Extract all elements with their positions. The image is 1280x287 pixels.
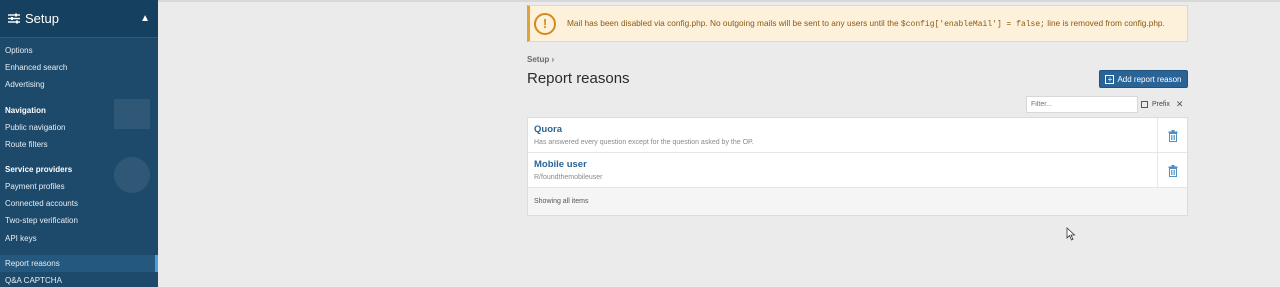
sidebar-header[interactable]: Setup ▲ <box>0 0 158 38</box>
top-divider <box>158 0 1280 2</box>
sidebar-item-two-step-verification[interactable]: Two-step verification <box>0 212 158 229</box>
add-report-reason-button[interactable]: + Add report reason <box>1099 70 1188 88</box>
delete-button[interactable] <box>1157 118 1187 153</box>
trash-icon[interactable] <box>1168 164 1178 177</box>
list-item-description: R/foundthemobileuser <box>534 174 603 181</box>
page-title: Report reasons <box>527 70 630 87</box>
prefix-checkbox[interactable]: Prefix <box>1141 101 1170 108</box>
sidebar-item-options[interactable]: Options <box>0 42 158 59</box>
list-item-link[interactable]: Quora Has answered every question except… <box>528 118 1159 153</box>
delete-button[interactable] <box>1157 153 1187 188</box>
sidebar-item-api-keys[interactable]: API keys <box>0 230 158 247</box>
sidebar: Setup ▲ Options Enhanced search Advertis… <box>0 0 158 287</box>
sidebar-item-report-reasons[interactable]: Report reasons <box>0 254 158 272</box>
list-footer: Showing all items <box>528 188 1187 215</box>
list-item-title[interactable]: Mobile user <box>534 159 1153 170</box>
sliders-icon <box>8 13 20 24</box>
warning-icon: ! <box>534 12 556 35</box>
sidebar-item-advertising[interactable]: Advertising <box>0 76 158 93</box>
list-item: Quora Has answered every question except… <box>528 118 1187 153</box>
plus-square-icon: + <box>1105 74 1115 84</box>
checkbox-icon[interactable] <box>1141 101 1148 108</box>
list-item-title[interactable]: Quora <box>534 124 1153 135</box>
list-item: Mobile user R/foundthemobileuser <box>528 153 1187 188</box>
filter-input[interactable] <box>1026 96 1138 113</box>
list-item-link[interactable]: Mobile user R/foundthemobileuser <box>528 153 1159 188</box>
chevron-up-icon[interactable]: ▲ <box>140 13 150 24</box>
alert-code: $config['enableMail'] = false; <box>900 19 1045 29</box>
breadcrumb[interactable]: Setup › <box>527 55 554 64</box>
sidebar-item-enhanced-search[interactable]: Enhanced search <box>0 59 158 76</box>
report-reasons-list: Quora Has answered every question except… <box>527 117 1188 216</box>
list-item-description: Has answered every question except for t… <box>534 139 754 146</box>
mouse-cursor-icon <box>1066 227 1076 241</box>
clear-filter-icon[interactable]: ✕ <box>1176 99 1184 110</box>
alert-message: Mail has been disabled via config.php. N… <box>567 17 1165 29</box>
sidebar-item-qa-captcha[interactable]: Q&A CAPTCHA <box>0 272 158 287</box>
watermark-icon <box>114 99 150 193</box>
trash-icon[interactable] <box>1168 129 1178 142</box>
filter-bar: Prefix ✕ <box>1026 96 1188 113</box>
mail-disabled-alert: ! Mail has been disabled via config.php.… <box>527 5 1188 42</box>
sidebar-title: Setup <box>25 11 59 26</box>
chevron-right-icon: › <box>551 55 555 64</box>
